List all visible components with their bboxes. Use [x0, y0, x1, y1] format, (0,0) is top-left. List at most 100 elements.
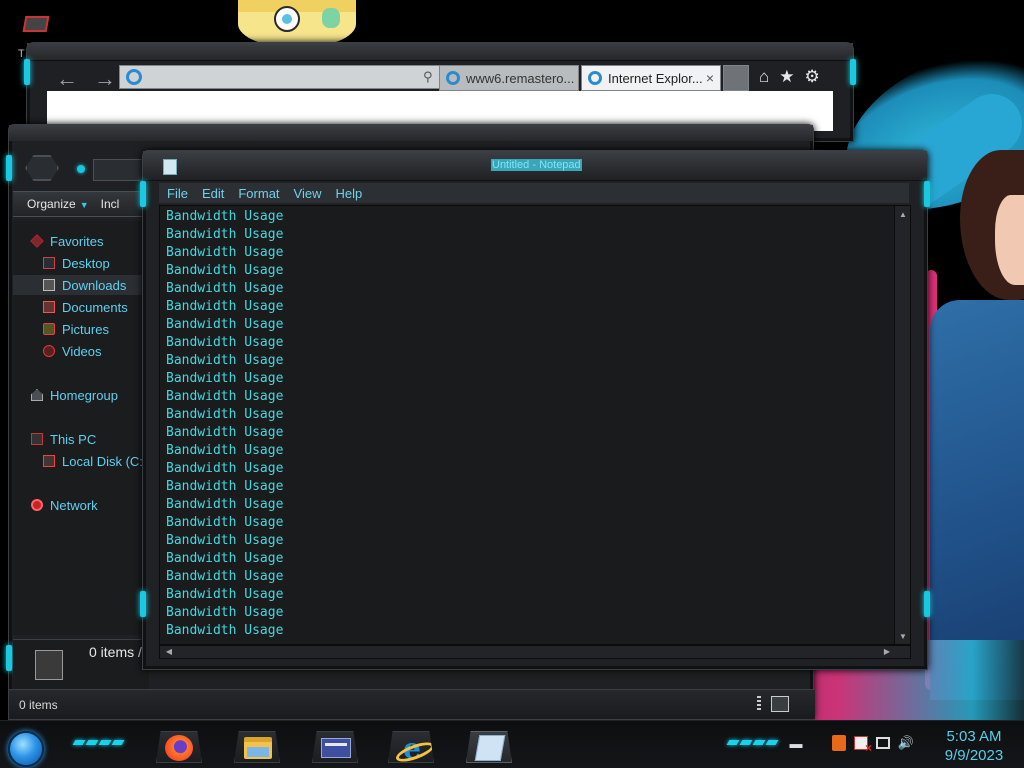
notepad-app-icon[interactable]: [163, 159, 177, 175]
taskbar-file-explorer[interactable]: [234, 731, 280, 763]
horizontal-scrollbar[interactable]: ◀ ▶: [159, 645, 911, 659]
frame-accent: [924, 181, 930, 207]
text-line: Bandwidth Usage: [166, 569, 284, 584]
homegroup-icon: [31, 389, 43, 401]
network-icon[interactable]: [876, 737, 890, 749]
scroll-left-arrow-icon[interactable]: ◀: [164, 647, 174, 657]
text-line: Bandwidth Usage: [166, 317, 284, 332]
notepad-text-area[interactable]: Bandwidth Usage Bandwidth Usage Bandwidth …: [159, 205, 911, 645]
wallpaper-cartoon-character: [238, 0, 356, 48]
sidebar-item-network[interactable]: Network: [13, 495, 149, 515]
back-button[interactable]: ←: [53, 67, 81, 93]
text-line: Bandwidth Usage: [166, 623, 284, 638]
start-button[interactable]: [8, 731, 44, 767]
menu-view[interactable]: View: [294, 186, 322, 201]
sidebar-item-label: Desktop: [62, 255, 110, 271]
star-icon: [30, 234, 44, 248]
taskbar: e ▬ 🔊 5:03 AM 9/9/2023: [0, 720, 1024, 768]
text-line: Bandwidth Usage: [166, 425, 284, 440]
tab-remastero[interactable]: www6.remastero...: [439, 65, 579, 91]
desktop-shortcut-icon[interactable]: T: [18, 8, 52, 60]
ie-nav-buttons: ← →: [53, 67, 119, 93]
sidebar-item-label: Favorites: [50, 233, 104, 249]
desktop-icon: [43, 257, 55, 269]
action-center-icon[interactable]: [854, 736, 872, 755]
menu-file[interactable]: File: [167, 186, 188, 201]
menu-edit[interactable]: Edit: [202, 186, 224, 201]
taskbar-internet-explorer[interactable]: e: [388, 731, 434, 763]
search-icon[interactable]: ⚲: [423, 69, 433, 85]
volume-icon[interactable]: 🔊: [898, 735, 914, 751]
text-line: Bandwidth Usage: [166, 587, 284, 602]
sidebar-item-label: Videos: [62, 343, 102, 359]
tab-internet-explorer[interactable]: Internet Explor... ×: [581, 65, 721, 91]
vertical-scrollbar[interactable]: ▲ ▼: [894, 206, 910, 644]
java-icon[interactable]: [832, 735, 846, 751]
sidebar-item-desktop[interactable]: Desktop: [13, 253, 149, 273]
large-icons-view-icon[interactable]: [771, 696, 789, 712]
taskbar-notepad[interactable]: [466, 731, 512, 763]
new-tab-button[interactable]: [723, 65, 749, 91]
notepad-text-content[interactable]: Bandwidth Usage Bandwidth Usage Bandwidth …: [166, 208, 283, 640]
text-line: Bandwidth Usage: [166, 335, 284, 350]
sidebar-item-downloads[interactable]: Downloads: [13, 275, 149, 295]
details-item-count: 0 items /: [89, 644, 142, 660]
text-line: Bandwidth Usage: [166, 353, 284, 368]
show-hidden-icons[interactable]: ▬: [788, 735, 804, 751]
notepad-window[interactable]: Untitled - Notepad File Edit Format View Hel…: [140, 150, 930, 670]
frame-accent: [140, 591, 146, 617]
text-line: Bandwidth Usage: [166, 263, 284, 278]
scroll-up-arrow-icon[interactable]: ▲: [898, 210, 908, 220]
text-line: Bandwidth Usage: [166, 497, 284, 512]
sidebar-item-label: Homegroup: [50, 387, 118, 403]
folder-thumbnail: [35, 650, 63, 680]
clock[interactable]: 5:03 AM 9/9/2023: [930, 727, 1018, 765]
frame-accent: [140, 181, 146, 207]
ie-icon: e: [397, 735, 427, 763]
sidebar-item-this-pc[interactable]: This PC: [13, 429, 149, 449]
explorer-toolbar: Organize ▼ Incl: [13, 191, 149, 217]
include-in-library-button[interactable]: Incl: [101, 197, 120, 211]
sidebar-item-label: Local Disk (C:: [62, 453, 143, 469]
forward-button[interactable]: →: [91, 67, 119, 93]
settings-gear-icon[interactable]: ⚙: [805, 67, 820, 87]
frame-accent: [6, 645, 12, 671]
ie-page-icon: [126, 69, 142, 85]
notepad-title-bar[interactable]: Untitled - Notepad: [143, 151, 927, 181]
explorer-address-bar[interactable]: [93, 159, 143, 181]
sidebar-item-label: Pictures: [62, 321, 109, 337]
menu-format[interactable]: Format: [238, 186, 279, 201]
sidebar-item-homegroup[interactable]: Homegroup: [13, 385, 149, 405]
text-line: Bandwidth Usage: [166, 605, 284, 620]
sidebar-item-videos[interactable]: Videos: [13, 341, 149, 361]
menu-help[interactable]: Help: [335, 186, 362, 201]
taskbar-control-panel[interactable]: [312, 731, 358, 763]
text-line: Bandwidth Usage: [166, 551, 284, 566]
sidebar-item-pictures[interactable]: Pictures: [13, 319, 149, 339]
sidebar-item-documents[interactable]: Documents: [13, 297, 149, 317]
computer-icon: [31, 433, 43, 445]
address-bar[interactable]: ⚲ ▾ ↻: [119, 65, 469, 89]
explorer-title-bar[interactable]: [9, 125, 813, 141]
control-panel-icon: [321, 738, 351, 758]
ie-title-bar[interactable]: [27, 43, 853, 61]
scroll-down-arrow-icon[interactable]: ▼: [898, 632, 908, 642]
home-icon[interactable]: ⌂: [759, 67, 769, 87]
taskbar-accent: [726, 740, 779, 745]
frame-accent: [850, 59, 856, 85]
tab-label: Internet Explor...: [608, 70, 703, 86]
sidebar-item-local-disk-c[interactable]: Local Disk (C:: [13, 451, 149, 471]
taskbar-firefox[interactable]: [156, 731, 202, 763]
sidebar-item-favorites[interactable]: Favorites: [13, 231, 149, 251]
text-line: Bandwidth Usage: [166, 443, 284, 458]
sidebar-item-label: Downloads: [62, 277, 127, 293]
details-view-icon[interactable]: [757, 696, 761, 712]
text-line: Bandwidth Usage: [166, 461, 284, 476]
scroll-right-arrow-icon[interactable]: ▶: [882, 647, 892, 657]
text-line: Bandwidth Usage: [166, 389, 284, 404]
status-item-count: 0 items: [19, 697, 58, 712]
close-tab-icon[interactable]: ×: [706, 70, 714, 86]
organize-button[interactable]: Organize ▼: [27, 197, 89, 211]
favorites-icon[interactable]: ★: [779, 67, 794, 87]
explorer-orb-icon[interactable]: [25, 155, 59, 181]
